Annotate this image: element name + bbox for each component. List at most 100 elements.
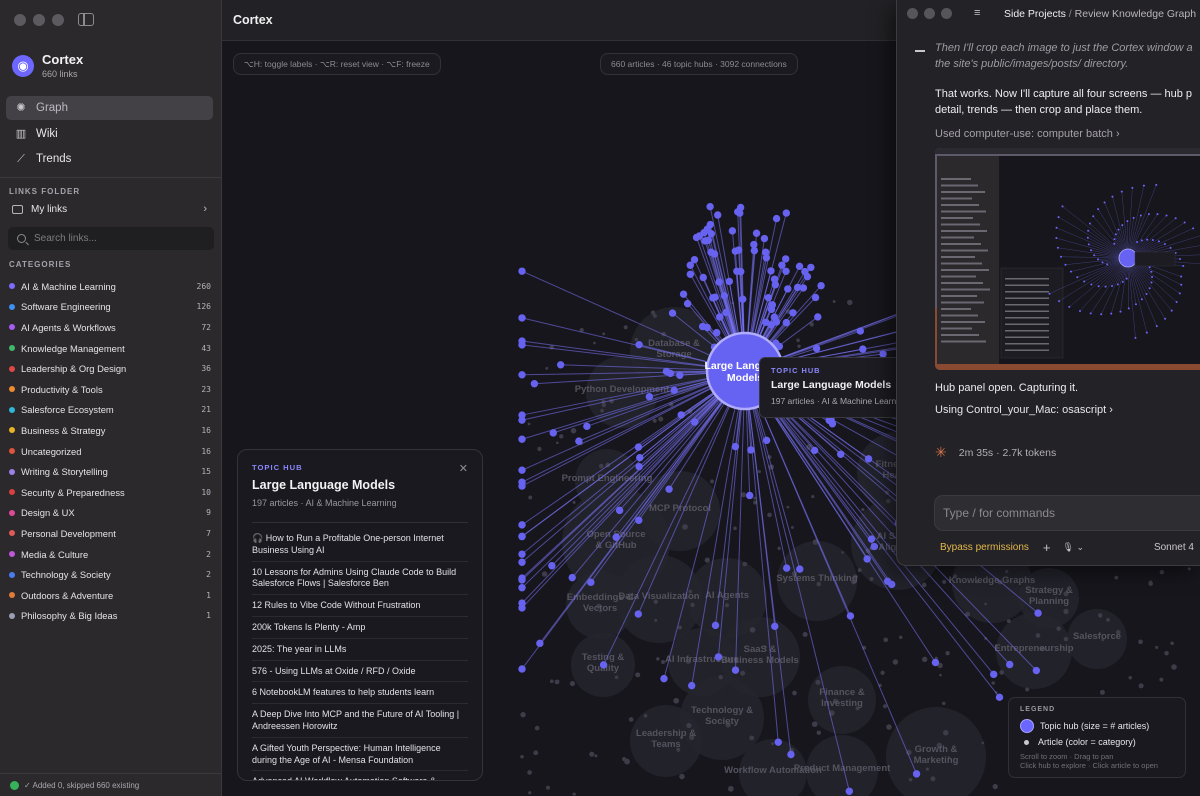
article-node[interactable] bbox=[589, 751, 595, 757]
article-node[interactable] bbox=[790, 526, 794, 529]
article-node[interactable] bbox=[811, 721, 818, 728]
article-node[interactable] bbox=[643, 713, 648, 718]
article-item[interactable]: 576 - Using LLMs at Oxide / RFD / Oxide bbox=[252, 661, 468, 683]
article-node[interactable] bbox=[742, 561, 748, 567]
article-node[interactable] bbox=[749, 627, 756, 633]
article-node[interactable] bbox=[725, 277, 734, 286]
article-node[interactable] bbox=[908, 778, 913, 782]
model-selector[interactable]: Sonnet 4 bbox=[1154, 542, 1200, 553]
article-node[interactable] bbox=[753, 496, 757, 500]
article-node[interactable] bbox=[673, 697, 680, 704]
tool-call-osascript[interactable]: Using Control_your_Mac: osascript › bbox=[935, 404, 1200, 416]
article-node[interactable] bbox=[1005, 660, 1014, 669]
article-node[interactable] bbox=[545, 785, 551, 790]
close-window-button[interactable] bbox=[907, 8, 918, 19]
article-node[interactable] bbox=[892, 659, 899, 665]
article-node[interactable] bbox=[880, 670, 885, 675]
article-node[interactable] bbox=[857, 568, 862, 573]
article-node[interactable] bbox=[534, 725, 540, 731]
article-node[interactable] bbox=[787, 750, 795, 759]
article-node[interactable] bbox=[518, 550, 526, 558]
article-node[interactable] bbox=[992, 783, 998, 790]
article-node[interactable] bbox=[570, 427, 577, 434]
close-window-button[interactable] bbox=[14, 14, 26, 26]
article-node[interactable] bbox=[807, 263, 815, 272]
article-node[interactable] bbox=[1164, 650, 1169, 656]
article-node[interactable] bbox=[942, 579, 947, 584]
article-node[interactable] bbox=[1171, 664, 1177, 670]
article-node[interactable] bbox=[725, 603, 730, 608]
article-node[interactable] bbox=[559, 434, 564, 439]
article-node[interactable] bbox=[634, 337, 638, 342]
article-node[interactable] bbox=[635, 462, 643, 471]
article-node[interactable] bbox=[812, 344, 821, 353]
article-node[interactable] bbox=[1005, 569, 1009, 574]
article-node[interactable] bbox=[845, 787, 854, 795]
article-node[interactable] bbox=[583, 422, 591, 431]
article-node[interactable] bbox=[731, 442, 740, 451]
article-node[interactable] bbox=[541, 571, 548, 577]
article-node[interactable] bbox=[545, 366, 549, 370]
article-node[interactable] bbox=[549, 679, 554, 684]
article-node[interactable] bbox=[652, 418, 657, 423]
article-node[interactable] bbox=[886, 724, 892, 730]
article-node[interactable] bbox=[745, 491, 754, 500]
category-item[interactable]: Uncategorized 16 bbox=[9, 441, 211, 462]
article-node[interactable] bbox=[846, 612, 855, 620]
article-node[interactable] bbox=[668, 309, 677, 317]
chat-input-box[interactable] bbox=[934, 495, 1200, 531]
article-node[interactable] bbox=[555, 441, 559, 445]
article-node[interactable] bbox=[593, 341, 596, 345]
search-box[interactable] bbox=[8, 227, 214, 250]
article-item[interactable]: 6 NotebookLM features to help students l… bbox=[252, 682, 468, 705]
article-node[interactable] bbox=[870, 542, 879, 551]
article-node[interactable] bbox=[706, 202, 714, 211]
article-node[interactable] bbox=[554, 679, 560, 685]
article-node[interactable] bbox=[528, 495, 533, 500]
article-node[interactable] bbox=[601, 402, 607, 408]
article-node[interactable] bbox=[599, 661, 608, 669]
article-node[interactable] bbox=[930, 776, 936, 782]
article-node[interactable] bbox=[761, 248, 770, 256]
article-node[interactable] bbox=[699, 273, 707, 282]
article-node[interactable] bbox=[634, 443, 643, 451]
article-node[interactable] bbox=[796, 338, 800, 343]
article-node[interactable] bbox=[883, 637, 889, 643]
minimize-window-button[interactable] bbox=[924, 8, 935, 19]
article-node[interactable] bbox=[811, 293, 820, 302]
article-node[interactable] bbox=[991, 681, 996, 685]
article-node[interactable] bbox=[683, 299, 692, 308]
article-node[interactable] bbox=[767, 267, 775, 275]
article-node[interactable] bbox=[635, 672, 641, 678]
article-node[interactable] bbox=[575, 437, 583, 445]
article-node[interactable] bbox=[670, 386, 678, 395]
article-node[interactable] bbox=[782, 209, 791, 217]
article-node[interactable] bbox=[762, 436, 771, 445]
article-node[interactable] bbox=[1056, 626, 1061, 631]
article-node[interactable] bbox=[771, 622, 779, 631]
article-node[interactable] bbox=[1063, 636, 1069, 642]
tool-call-computer-batch[interactable]: Used computer-use: computer batch › bbox=[935, 128, 1200, 140]
article-node[interactable] bbox=[786, 505, 790, 509]
article-node[interactable] bbox=[733, 526, 737, 531]
article-node[interactable] bbox=[861, 508, 865, 512]
article-node[interactable] bbox=[572, 792, 576, 796]
article-node[interactable] bbox=[847, 299, 853, 306]
article-node[interactable] bbox=[799, 284, 808, 292]
article-node[interactable] bbox=[1187, 567, 1191, 571]
article-node[interactable] bbox=[518, 267, 526, 275]
article-node[interactable] bbox=[679, 773, 685, 780]
category-item[interactable]: Outdoors & Adventure 1 bbox=[9, 585, 211, 606]
menu-icon[interactable]: ≡ bbox=[974, 7, 980, 19]
article-node[interactable] bbox=[682, 524, 688, 530]
article-node[interactable] bbox=[537, 446, 542, 452]
article-node[interactable] bbox=[536, 639, 544, 648]
zoom-window-button[interactable] bbox=[52, 14, 64, 26]
article-node[interactable] bbox=[1035, 633, 1041, 638]
article-node[interactable] bbox=[1097, 613, 1103, 618]
article-node[interactable] bbox=[727, 785, 734, 792]
article-node[interactable] bbox=[859, 345, 867, 353]
article-node[interactable] bbox=[784, 285, 792, 293]
article-node[interactable] bbox=[760, 234, 769, 243]
category-item[interactable]: Business & Strategy 16 bbox=[9, 420, 211, 441]
